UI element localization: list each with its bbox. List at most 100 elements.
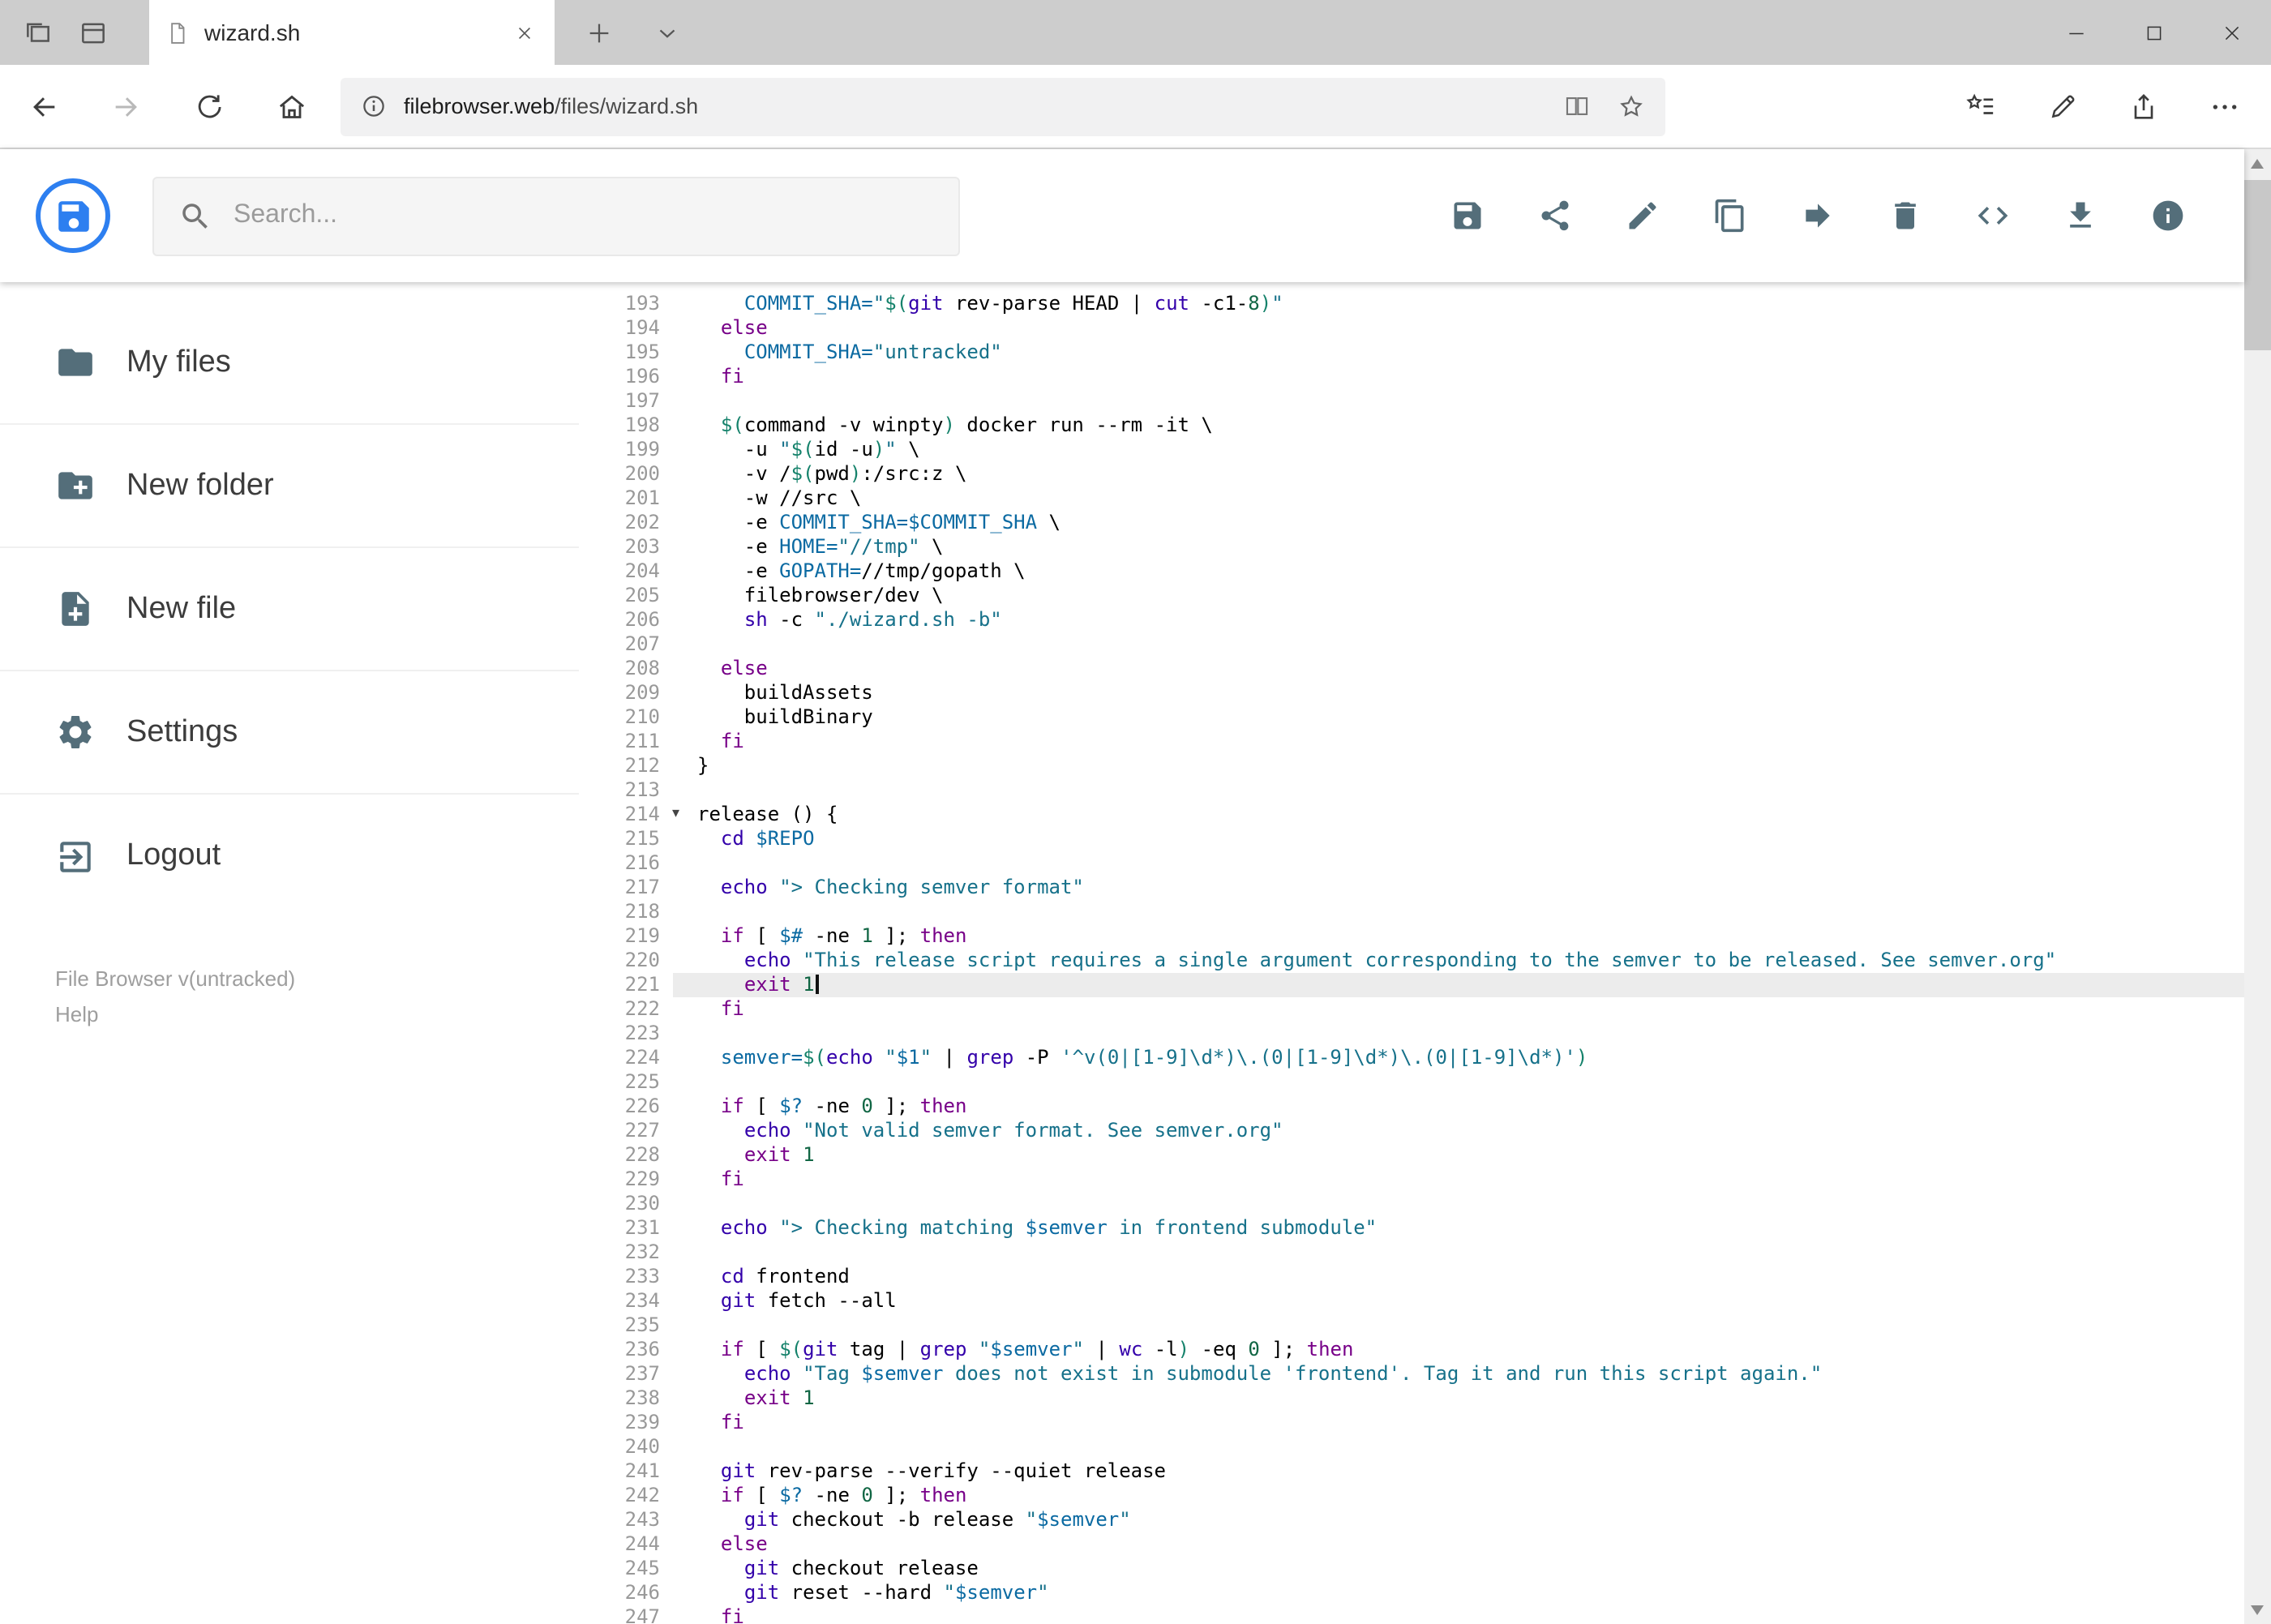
back-button[interactable]	[16, 79, 71, 134]
code-line-201[interactable]: 201 -w //src \	[579, 486, 2243, 511]
home-button[interactable]	[264, 79, 319, 134]
code-line-198[interactable]: 198 $(command -v winpty) docker run --rm…	[579, 413, 2243, 438]
code-line-245[interactable]: 245 git checkout release	[579, 1557, 2243, 1581]
code-line-226[interactable]: 226 if [ $? -ne 0 ]; then	[579, 1095, 2243, 1119]
code-line-231[interactable]: 231 echo "> Checking matching $semver in…	[579, 1216, 2243, 1240]
code-line-246[interactable]: 246 git reset --hard "$semver"	[579, 1581, 2243, 1605]
code-line-204[interactable]: 204 -e GOPATH=//tmp/gopath \	[579, 559, 2243, 584]
forward-button[interactable]	[99, 79, 154, 134]
address-bar[interactable]: filebrowser.web/files/wizard.sh	[341, 77, 1665, 135]
code-line-238[interactable]: 238 exit 1	[579, 1386, 2243, 1411]
info-button[interactable]	[2149, 198, 2185, 234]
code-line-229[interactable]: 229 fi	[579, 1168, 2243, 1192]
hub-button[interactable]	[1953, 79, 2008, 134]
code-line-209[interactable]: 209 buildAssets	[579, 681, 2243, 705]
code-line-218[interactable]: 218	[579, 900, 2243, 924]
copy-button[interactable]	[1712, 198, 1747, 234]
code-line-223[interactable]: 223	[579, 1022, 2243, 1046]
close-button[interactable]	[2193, 0, 2271, 65]
code-line-208[interactable]: 208 else	[579, 657, 2243, 681]
code-line-244[interactable]: 244 else	[579, 1532, 2243, 1557]
code-line-227[interactable]: 227 echo "Not valid semver format. See s…	[579, 1119, 2243, 1143]
code-line-205[interactable]: 205 filebrowser/dev \	[579, 584, 2243, 608]
code-line-225[interactable]: 225	[579, 1070, 2243, 1095]
code-line-224[interactable]: 224 semver=$(echo "$1" | grep -P '^v(0|[…	[579, 1046, 2243, 1070]
code-line-195[interactable]: 195 COMMIT_SHA="untracked"	[579, 341, 2243, 365]
page-scrollbar[interactable]	[2243, 149, 2271, 1624]
maximize-button[interactable]	[2115, 0, 2193, 65]
move-button[interactable]	[1799, 198, 1835, 234]
scroll-down-arrow[interactable]	[2243, 1596, 2271, 1624]
edit-button[interactable]	[1624, 198, 1660, 234]
code-line-206[interactable]: 206 sh -c "./wizard.sh -b"	[579, 608, 2243, 632]
more-button[interactable]	[2196, 79, 2252, 134]
minimize-button[interactable]	[2037, 0, 2115, 65]
code-line-213[interactable]: 213	[579, 778, 2243, 803]
save-button[interactable]	[1449, 198, 1485, 234]
share-button[interactable]	[2115, 79, 2170, 134]
code-line-217[interactable]: 217 echo "> Checking semver format"	[579, 876, 2243, 900]
help-link[interactable]: Help	[55, 1002, 99, 1026]
browser-tab[interactable]: wizard.sh	[149, 0, 555, 65]
sidebar-item-new-file[interactable]: New file	[0, 548, 579, 671]
code-line-247[interactable]: 247 fi	[579, 1605, 2243, 1624]
code-line-233[interactable]: 233 cd frontend	[579, 1265, 2243, 1289]
code-line-214[interactable]: 214 ▾ release () {	[579, 803, 2243, 827]
code-line-193[interactable]: 193 COMMIT_SHA="$(git rev-parse HEAD | c…	[579, 292, 2243, 316]
tab-preview-button[interactable]	[68, 0, 117, 65]
code-line-219[interactable]: 219 if [ $# -ne 1 ]; then	[579, 924, 2243, 949]
sidebar-item-logout[interactable]: Logout	[0, 795, 579, 918]
scroll-up-arrow[interactable]	[2243, 149, 2271, 177]
code-line-239[interactable]: 239 fi	[579, 1411, 2243, 1435]
sidebar-item-my-files[interactable]: My files	[0, 302, 579, 425]
code-line-220[interactable]: 220 echo "This release script requires a…	[579, 949, 2243, 973]
tab-close-button[interactable]	[509, 18, 538, 47]
delete-button[interactable]	[1887, 198, 1922, 234]
code-line-228[interactable]: 228 exit 1	[579, 1143, 2243, 1168]
code-line-237[interactable]: 237 echo "Tag $semver does not exist in …	[579, 1362, 2243, 1386]
search-input[interactable]	[234, 201, 958, 230]
code-line-235[interactable]: 235	[579, 1313, 2243, 1338]
download-button[interactable]	[2062, 198, 2097, 234]
code-line-236[interactable]: 236 if [ $(git tag | grep "$semver" | wc…	[579, 1338, 2243, 1362]
line-number: 227	[624, 1119, 660, 1142]
favorite-star-button[interactable]	[1610, 85, 1652, 127]
code-line-200[interactable]: 200 -v /$(pwd):/src:z \	[579, 462, 2243, 486]
code-line-232[interactable]: 232	[579, 1240, 2243, 1265]
tab-list-chevron-button[interactable]	[642, 0, 691, 65]
sidebar-item-settings[interactable]: Settings	[0, 671, 579, 795]
new-tab-button[interactable]	[574, 0, 623, 65]
code-line-202[interactable]: 202 -e COMMIT_SHA=$COMMIT_SHA \	[579, 511, 2243, 535]
code-line-211[interactable]: 211 fi	[579, 730, 2243, 754]
code-line-215[interactable]: 215 cd $REPO	[579, 827, 2243, 851]
refresh-button[interactable]	[182, 79, 237, 134]
code-text: cd $REPO	[720, 827, 815, 850]
code-line-194[interactable]: 194 else	[579, 316, 2243, 341]
code-button[interactable]	[1974, 198, 2010, 234]
search-box[interactable]	[152, 176, 960, 255]
fold-marker-icon[interactable]: ▾	[672, 803, 679, 827]
code-line-221[interactable]: 221 exit 1	[579, 973, 2243, 997]
share-button[interactable]	[1536, 198, 1572, 234]
code-line-203[interactable]: 203 -e HOME="//tmp" \	[579, 535, 2243, 559]
code-line-216[interactable]: 216	[579, 851, 2243, 876]
code-editor[interactable]: 193 COMMIT_SHA="$(git rev-parse HEAD | c…	[579, 282, 2243, 1624]
code-line-242[interactable]: 242 if [ $? -ne 0 ]; then	[579, 1484, 2243, 1508]
code-line-230[interactable]: 230	[579, 1192, 2243, 1216]
sidebar-item-new-folder[interactable]: New folder	[0, 425, 579, 548]
code-line-199[interactable]: 199 -u "$(id -u)" \	[579, 438, 2243, 462]
reading-view-button[interactable]	[1555, 85, 1597, 127]
code-line-243[interactable]: 243 git checkout -b release "$semver"	[579, 1508, 2243, 1532]
code-line-240[interactable]: 240	[579, 1435, 2243, 1459]
code-line-212[interactable]: 212}	[579, 754, 2243, 778]
code-line-222[interactable]: 222 fi	[579, 997, 2243, 1022]
code-line-234[interactable]: 234 git fetch --all	[579, 1289, 2243, 1313]
set-tabs-aside-button[interactable]	[13, 0, 62, 65]
code-line-210[interactable]: 210 buildBinary	[579, 705, 2243, 730]
code-line-207[interactable]: 207	[579, 632, 2243, 657]
code-line-196[interactable]: 196 fi	[579, 365, 2243, 389]
web-note-button[interactable]	[2034, 79, 2089, 134]
code-line-197[interactable]: 197	[579, 389, 2243, 413]
scrollbar-thumb[interactable]	[2243, 180, 2271, 350]
code-line-241[interactable]: 241 git rev-parse --verify --quiet relea…	[579, 1459, 2243, 1484]
